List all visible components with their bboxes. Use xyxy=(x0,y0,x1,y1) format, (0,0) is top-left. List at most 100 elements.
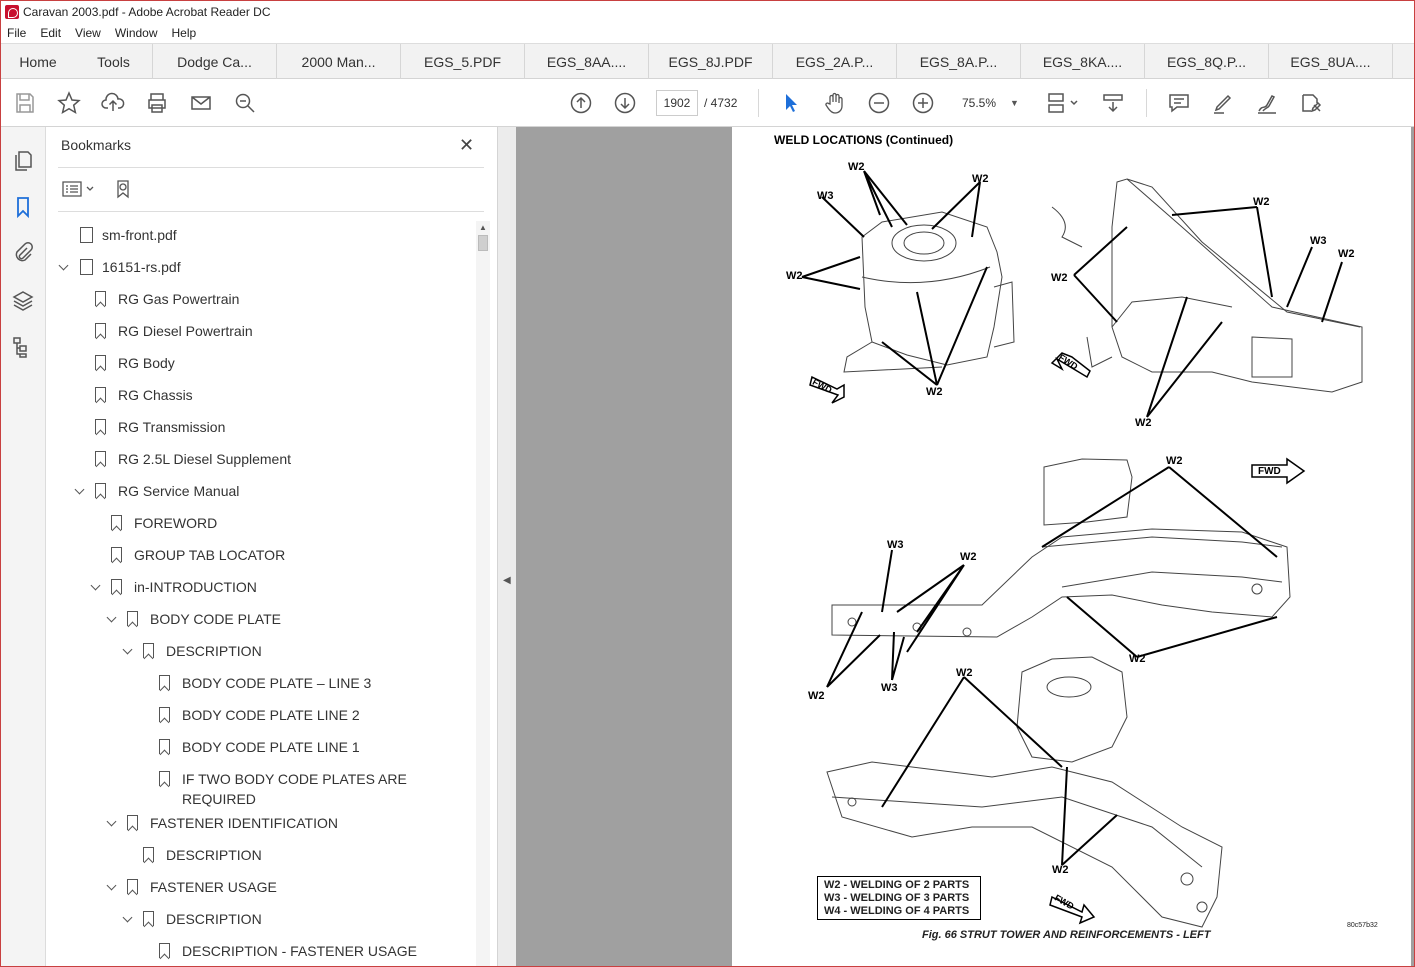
select-cursor-icon[interactable] xyxy=(779,91,803,115)
find-bookmark-icon[interactable] xyxy=(114,179,134,199)
bookmark-item[interactable]: RG Diesel Powertrain xyxy=(118,321,253,341)
bookmark-item[interactable]: RG Transmission xyxy=(118,417,225,437)
chevron-down-icon[interactable] xyxy=(106,612,117,623)
close-icon[interactable]: ✕ xyxy=(459,135,474,156)
page-display-icon[interactable] xyxy=(1045,91,1081,115)
tab-tools[interactable]: Tools xyxy=(75,44,153,79)
bookmark-item[interactable]: DESCRIPTION xyxy=(166,641,262,661)
chevron-down-icon[interactable] xyxy=(106,880,117,891)
weld-label: W3 xyxy=(1310,235,1327,247)
bookmark-item[interactable]: DESCRIPTION - FASTENER USAGE xyxy=(182,941,417,961)
divider xyxy=(58,167,484,168)
bookmark-icon xyxy=(95,355,106,370)
zoom-level-select[interactable]: 75.5% ▼ xyxy=(956,90,1026,116)
menu-bar: File Edit View Window Help xyxy=(1,23,1414,43)
pdf-file-icon xyxy=(80,227,93,243)
chevron-down-icon[interactable] xyxy=(122,912,133,923)
bookmark-icon xyxy=(95,291,106,306)
tab-document[interactable]: 2000 Man... xyxy=(277,44,401,79)
bookmark-item[interactable]: RG 2.5L Diesel Supplement xyxy=(118,449,291,469)
scroll-up-icon[interactable]: ▲ xyxy=(479,223,487,232)
menu-view[interactable]: View xyxy=(75,26,101,40)
search-icon[interactable] xyxy=(233,91,257,115)
bookmark-item[interactable]: RG Gas Powertrain xyxy=(118,289,239,309)
legend-entry: W3 - WELDING OF 3 PARTS xyxy=(824,892,970,904)
chevron-down-icon[interactable] xyxy=(106,816,117,827)
menu-edit[interactable]: Edit xyxy=(40,26,61,40)
weld-label: W2 xyxy=(1052,864,1069,876)
bookmark-item[interactable]: sm-front.pdf xyxy=(102,225,177,245)
hand-tool-icon[interactable] xyxy=(823,91,847,115)
tab-document[interactable]: EGS_8KA.... xyxy=(1021,44,1145,79)
weld-label: W2 xyxy=(972,173,989,185)
weld-label: W3 xyxy=(817,190,834,202)
tab-document[interactable]: EGS_8UA.... xyxy=(1269,44,1393,79)
bookmark-item[interactable]: FOREWORD xyxy=(134,513,217,533)
zoom-in-icon[interactable] xyxy=(911,91,935,115)
bookmarks-scrollbar[interactable]: ▲ xyxy=(476,221,490,966)
bookmark-item[interactable]: BODY CODE PLATE LINE 1 xyxy=(182,737,360,757)
bookmark-item-continued[interactable]: REQUIRED xyxy=(182,789,256,809)
bookmark-icon xyxy=(111,515,122,530)
tab-home[interactable]: Home xyxy=(1,44,75,79)
email-icon[interactable] xyxy=(189,91,213,115)
panel-collapse-handle[interactable]: ◀ xyxy=(498,127,516,966)
tab-document[interactable]: EGS_5.PDF xyxy=(401,44,525,79)
bookmark-icon xyxy=(143,847,154,862)
collapse-arrow-icon[interactable]: ◀ xyxy=(503,575,511,586)
bookmark-item[interactable]: in-INTRODUCTION xyxy=(134,577,257,597)
bookmark-options-icon[interactable] xyxy=(61,179,97,199)
next-page-icon[interactable] xyxy=(613,91,637,115)
tab-document[interactable]: EGS_8Q.P... xyxy=(1145,44,1269,79)
tab-document[interactable]: EGS_8AA.... xyxy=(525,44,649,79)
bookmark-item[interactable]: BODY CODE PLATE LINE 2 xyxy=(182,705,360,725)
bookmark-item[interactable]: RG Chassis xyxy=(118,385,193,405)
comment-icon[interactable] xyxy=(1167,91,1191,115)
menu-file[interactable]: File xyxy=(7,26,26,40)
page-thumbnails-icon[interactable] xyxy=(11,149,35,173)
chevron-down-icon[interactable] xyxy=(74,484,85,495)
bookmark-item[interactable]: BODY CODE PLATE – LINE 3 xyxy=(182,673,371,693)
save-icon[interactable] xyxy=(13,91,37,115)
previous-page-icon[interactable] xyxy=(569,91,593,115)
bookmarks-panel-icon[interactable] xyxy=(11,195,35,219)
scrollbar-thumb[interactable] xyxy=(478,235,488,251)
sign-icon[interactable] xyxy=(1255,91,1279,115)
tab-document[interactable]: EGS_8J.PDF xyxy=(649,44,773,79)
bookmark-item[interactable]: RG Body xyxy=(118,353,175,373)
upload-icon[interactable] xyxy=(101,91,125,115)
zoom-out-icon[interactable] xyxy=(867,91,891,115)
menu-help[interactable]: Help xyxy=(172,26,197,40)
bookmark-item[interactable]: GROUP TAB LOCATOR xyxy=(134,545,285,565)
bookmark-item[interactable]: IF TWO BODY CODE PLATES ARE xyxy=(182,769,407,789)
chevron-down-icon[interactable] xyxy=(58,260,69,271)
highlight-pen-icon[interactable] xyxy=(1211,91,1235,115)
layers-icon[interactable] xyxy=(11,289,35,313)
chevron-down-icon[interactable] xyxy=(90,580,101,591)
tab-document[interactable]: Dodge Ca... xyxy=(153,44,277,79)
menu-window[interactable]: Window xyxy=(115,26,158,40)
scroll-mode-icon[interactable] xyxy=(1101,91,1125,115)
attachments-icon[interactable] xyxy=(11,241,35,265)
weld-label: W2 xyxy=(808,690,825,702)
tab-document[interactable]: EGS_8A.P... xyxy=(897,44,1021,79)
bookmark-item[interactable]: DESCRIPTION xyxy=(166,845,262,865)
weld-diagram xyxy=(801,170,1363,928)
chevron-down-icon[interactable] xyxy=(122,644,133,655)
bookmark-icon xyxy=(95,323,106,338)
bookmark-item[interactable]: DESCRIPTION xyxy=(166,909,262,929)
tools-more-icon[interactable] xyxy=(1299,91,1323,115)
bookmark-item[interactable]: FASTENER USAGE xyxy=(150,877,277,897)
print-icon[interactable] xyxy=(145,91,169,115)
tab-document[interactable]: EGS_2A.P... xyxy=(773,44,897,79)
title-bar: Caravan 2003.pdf - Adobe Acrobat Reader … xyxy=(1,1,1414,23)
star-icon[interactable] xyxy=(57,91,81,115)
bookmark-item[interactable]: FASTENER IDENTIFICATION xyxy=(150,813,338,833)
bookmark-item[interactable]: 16151-rs.pdf xyxy=(102,257,181,277)
bookmark-icon xyxy=(111,579,122,594)
model-tree-icon[interactable] xyxy=(11,335,35,359)
page-number-input[interactable]: 1902 xyxy=(656,90,698,116)
bookmark-item[interactable]: BODY CODE PLATE xyxy=(150,609,281,629)
bookmark-item[interactable]: RG Service Manual xyxy=(118,481,239,501)
weld-label: W2 xyxy=(1135,417,1152,429)
